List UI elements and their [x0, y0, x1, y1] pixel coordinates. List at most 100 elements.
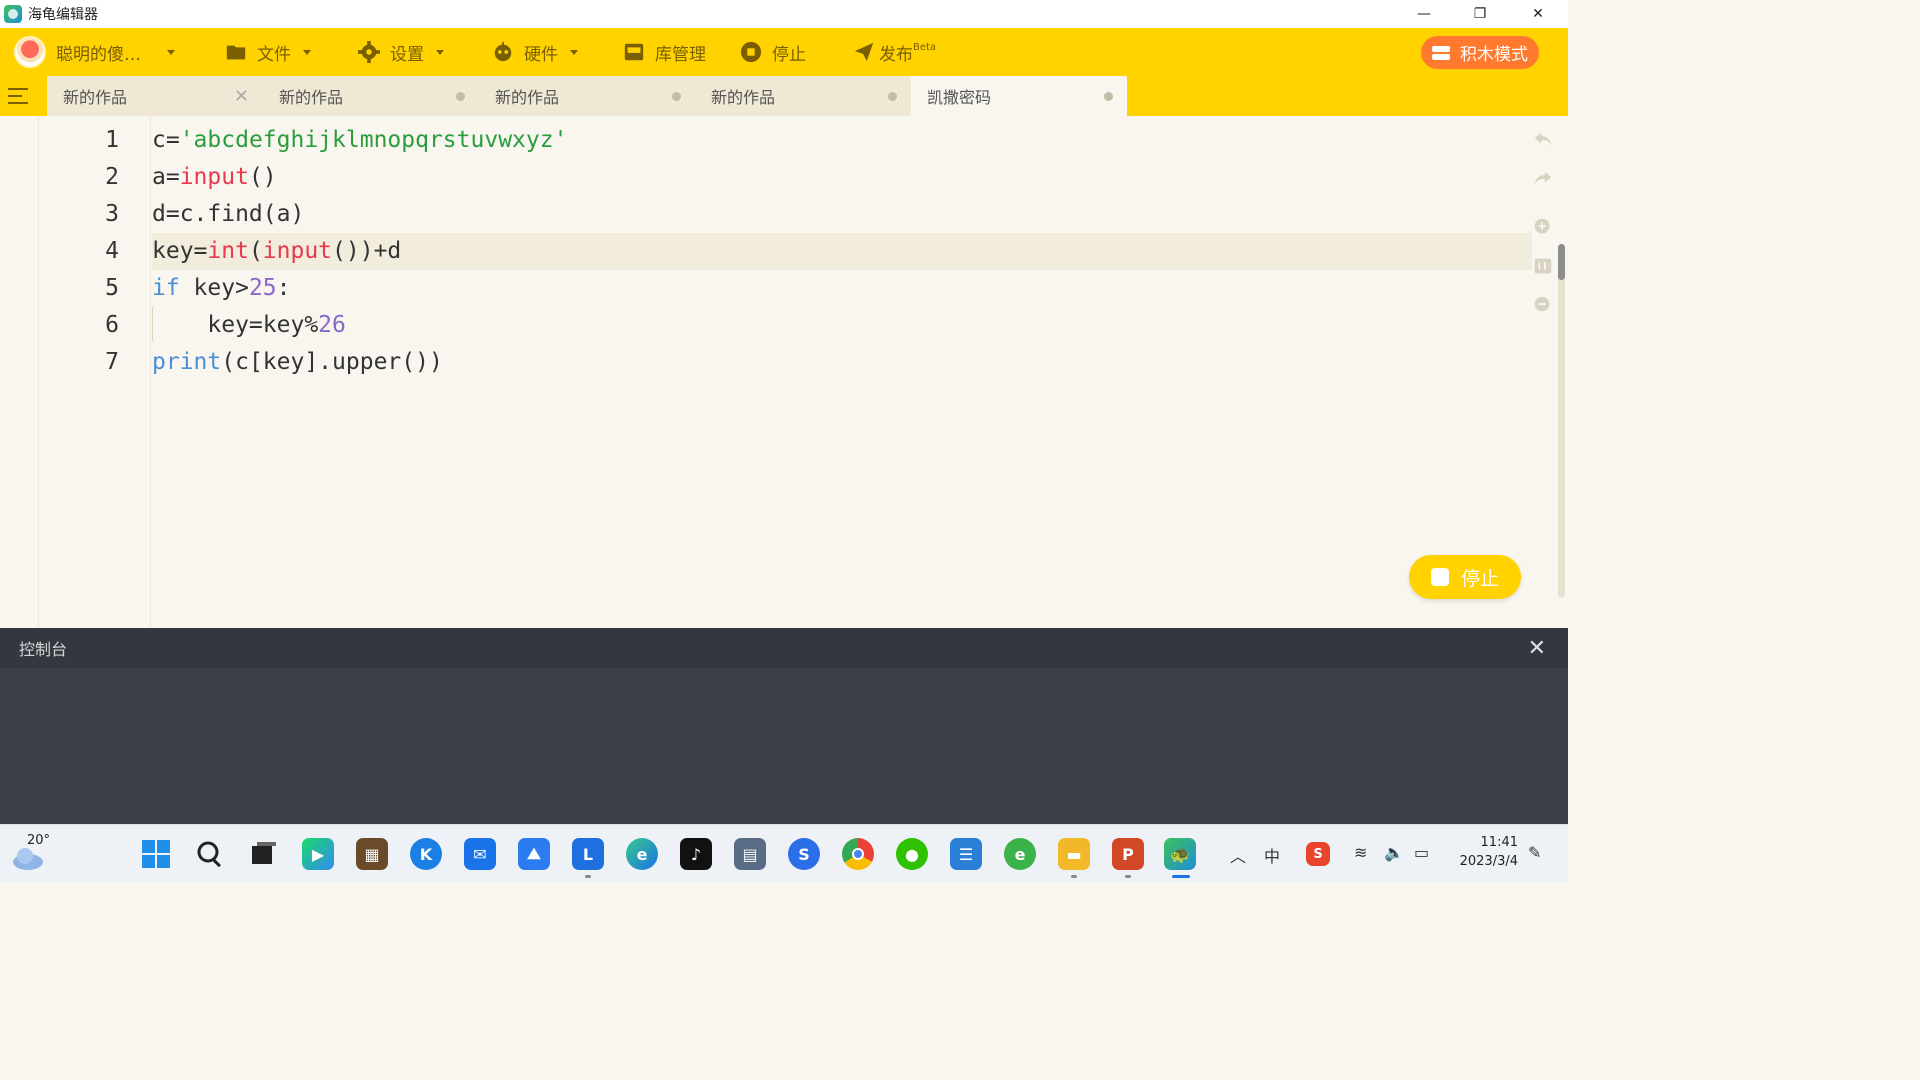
weather-temperature: 20°	[27, 833, 51, 848]
tab-bar: 新的作品 ✕ 新的作品 新的作品 新的作品 凯撒密码	[0, 76, 1568, 116]
hardware-menu[interactable]: 硬件	[492, 28, 578, 76]
blocks-mode-label: 积木模式	[1460, 45, 1528, 65]
code-token: 'abcdefghijklmnopqrstuvwxyz'	[179, 127, 568, 153]
inbox-icon	[624, 43, 644, 61]
send-icon	[854, 42, 874, 62]
settings-menu[interactable]: 设置	[358, 28, 444, 76]
close-console-icon[interactable]: ✕	[1528, 636, 1546, 661]
running-indicator	[1071, 875, 1077, 878]
beta-badge: Beta	[913, 41, 937, 53]
edge-browser-icon[interactable]: e	[626, 838, 658, 870]
code-line[interactable]: c='abcdefghijklmnopqrstuvwxyz'	[152, 122, 1552, 159]
code-line[interactable]: d=c.find(a)	[152, 196, 1552, 233]
folder-icon	[226, 45, 246, 60]
battery-icon[interactable]: ▭	[1414, 843, 1429, 862]
code-line[interactable]: a=input()	[152, 159, 1552, 196]
console-header: 控制台 ✕	[0, 628, 1568, 668]
code-editor[interactable]: 1234567 c='abcdefghijklmnopqrstuvwxyz' a=…	[0, 116, 1568, 628]
tiktok-icon[interactable]: ♪	[680, 838, 712, 870]
unsaved-dot-icon	[1104, 92, 1113, 101]
task-view-icon[interactable]	[248, 838, 280, 870]
user-menu[interactable]: 聪明的傻…	[14, 28, 175, 76]
settings-menu-label: 设置	[390, 44, 424, 65]
photos-icon[interactable]: ⛰	[518, 838, 550, 870]
chrome-icon[interactable]	[842, 838, 874, 870]
line-number: 2	[105, 164, 119, 190]
stop-run-label: 停止	[1460, 567, 1499, 590]
undo-icon[interactable]	[1532, 128, 1554, 150]
code-line[interactable]: if key>25:	[152, 270, 1552, 307]
publish-menu[interactable]: 发布 Beta	[853, 28, 936, 76]
redo-icon[interactable]	[1532, 167, 1554, 189]
menu-icon[interactable]	[8, 86, 30, 106]
tab-4[interactable]: 新的作品	[695, 76, 911, 116]
code-token: a=	[152, 164, 180, 190]
library-menu[interactable]: 库管理	[623, 28, 706, 76]
notification-icon[interactable]: ✎	[1528, 843, 1541, 862]
windows-start-icon[interactable]	[140, 838, 172, 870]
console-output[interactable]	[0, 668, 1568, 824]
minecraft-icon[interactable]: ▦	[356, 838, 388, 870]
hardware-menu-label: 硬件	[524, 44, 558, 65]
code-token: d=c.find(a)	[152, 201, 305, 227]
clock[interactable]: 11:41 2023/3/4	[1448, 833, 1518, 871]
file-explorer-icon[interactable]: ▬	[1058, 838, 1090, 870]
code-area[interactable]: c='abcdefghijklmnopqrstuvwxyz' a=input() d…	[152, 122, 1552, 381]
stop-menu[interactable]: 停止	[740, 28, 806, 76]
unsaved-dot-icon	[672, 92, 681, 101]
maximize-button[interactable]: ❐	[1452, 0, 1508, 28]
sougou-ime-icon[interactable]: S	[1306, 842, 1330, 866]
zoom-in-icon[interactable]	[1532, 216, 1554, 238]
tab-label: 凯撒密码	[927, 88, 992, 107]
notepad-icon[interactable]: ☰	[950, 838, 982, 870]
font-size-icon[interactable]	[1532, 255, 1554, 277]
close-icon[interactable]: ✕	[234, 86, 249, 107]
stop-run-button[interactable]: 停止	[1409, 555, 1521, 599]
code-line[interactable]: print(c[key].upper())	[152, 344, 1552, 381]
powerpoint-icon[interactable]: P	[1112, 838, 1144, 870]
chevron-down-icon	[436, 49, 444, 55]
wechat-icon[interactable]: ●	[896, 838, 928, 870]
taskbar: 20° ▶ ▦ K ✉ ⛰ L e ♪ ▤ S ● ☰ e ▬ P 🐢 ︿ 中 …	[0, 824, 1568, 882]
line-number: 5	[105, 275, 119, 301]
line-number: 1	[105, 127, 119, 153]
code-token: key=	[152, 238, 208, 264]
chevron-down-icon	[303, 49, 311, 55]
tab-1[interactable]: 新的作品 ✕	[47, 76, 263, 116]
tab-2[interactable]: 新的作品	[263, 76, 479, 116]
file-menu[interactable]: 文件	[225, 28, 311, 76]
ime-indicator[interactable]: 中	[1264, 843, 1280, 867]
ie-browser-icon[interactable]: e	[1004, 838, 1036, 870]
l-app-icon[interactable]: L	[572, 838, 604, 870]
unsaved-dot-icon	[888, 92, 897, 101]
search-icon[interactable]	[194, 838, 226, 870]
tab-5-active[interactable]: 凯撒密码	[911, 76, 1127, 116]
wifi-icon[interactable]: ≋	[1354, 843, 1367, 862]
video-player-icon[interactable]: ▶	[302, 838, 334, 870]
tab-3[interactable]: 新的作品	[479, 76, 695, 116]
editor-scrollbar[interactable]	[1558, 244, 1565, 598]
code-token: key>	[179, 275, 249, 301]
blocks-mode-button[interactable]: 积木模式	[1421, 36, 1539, 69]
sogou-icon[interactable]: S	[788, 838, 820, 870]
code-token: int	[207, 238, 249, 264]
editor-left-margin	[0, 116, 39, 628]
code-token: ()	[248, 164, 277, 190]
scroll-thumb[interactable]	[1558, 244, 1565, 280]
code-line[interactable]: key=int(input())+d	[152, 233, 1532, 270]
calculator-icon[interactable]: ▤	[734, 838, 766, 870]
mail-icon[interactable]: ✉	[464, 838, 496, 870]
code-line[interactable]: key=key%26	[152, 307, 1552, 344]
k-app-icon[interactable]: K	[410, 838, 442, 870]
turtle-editor-taskbar-icon[interactable]: 🐢	[1164, 838, 1196, 870]
chevron-up-icon[interactable]: ︿	[1230, 843, 1246, 867]
clock-time: 11:41	[1480, 835, 1518, 850]
zoom-out-icon[interactable]	[1532, 294, 1554, 316]
window-title: 海龟编辑器	[28, 7, 98, 23]
close-window-button[interactable]: ✕	[1510, 0, 1566, 28]
volume-icon[interactable]: 🔈	[1384, 843, 1404, 862]
minimize-button[interactable]: —	[1396, 0, 1452, 28]
code-token: print	[152, 349, 222, 375]
code-token: c=	[152, 127, 180, 153]
code-token: if	[152, 275, 180, 301]
